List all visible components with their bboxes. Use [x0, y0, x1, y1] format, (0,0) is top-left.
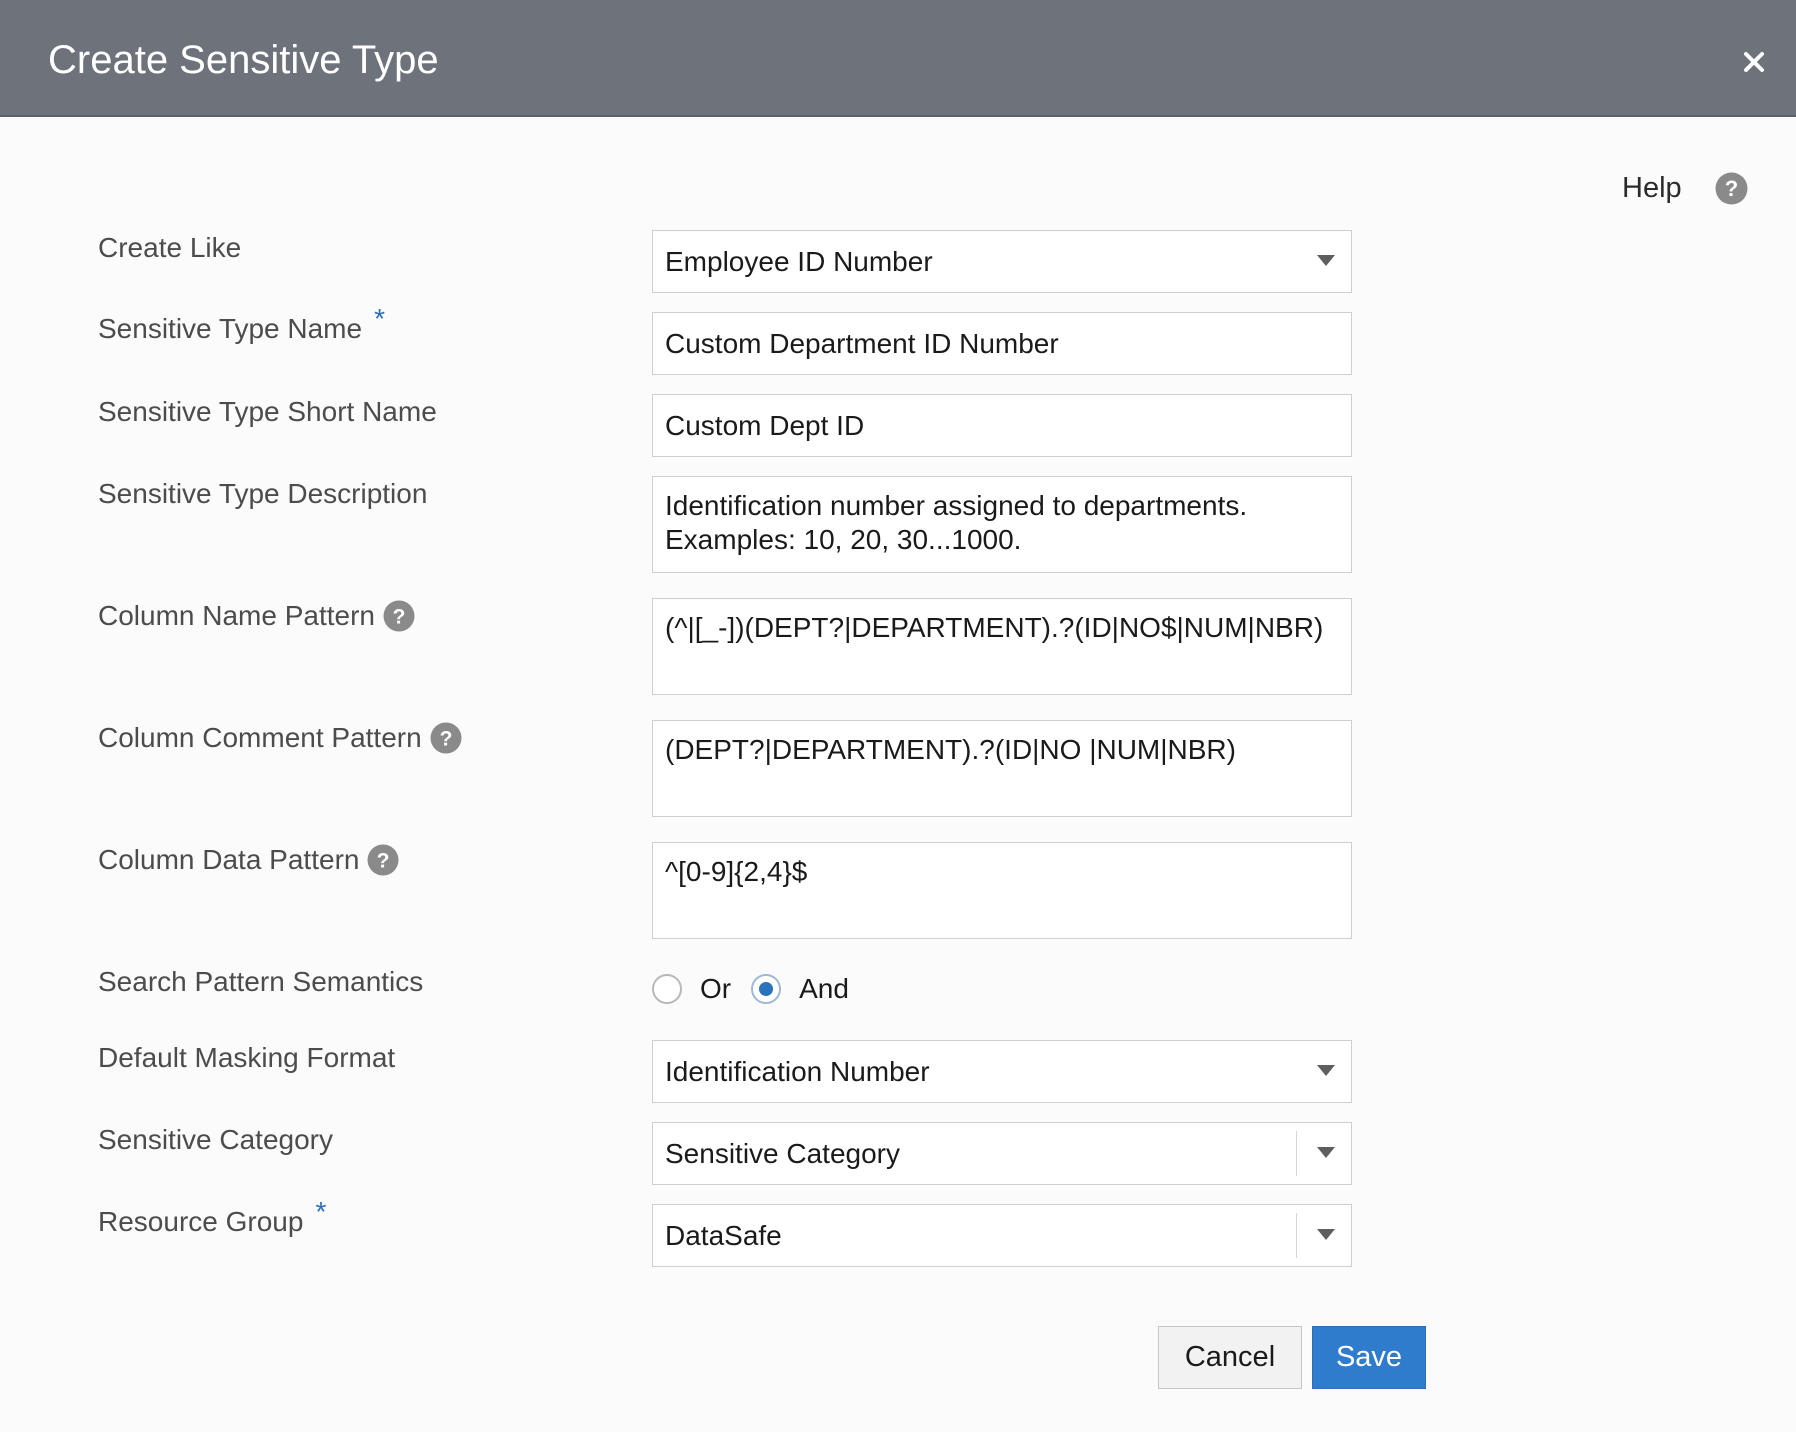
- required-marker: *: [315, 1196, 327, 1227]
- help-icon[interactable]: ?: [367, 844, 399, 876]
- type-name-label-text: Sensitive Type Name: [98, 313, 363, 344]
- create-sensitive-type-dialog: Create Sensitive Type Help ? Create Like…: [0, 0, 1796, 1432]
- column-name-pattern-label-text: Column Name Pattern: [98, 600, 376, 631]
- search-semantics-label-text: Search Pattern Semantics: [98, 966, 424, 997]
- short-name-label: Sensitive Type Short Name: [98, 395, 437, 429]
- create-like-value: Employee ID Number: [665, 246, 933, 277]
- masking-format-value: Identification Number: [665, 1056, 930, 1087]
- short-name-label-text: Sensitive Type Short Name: [98, 396, 437, 427]
- close-icon: [1744, 52, 1764, 72]
- category-label-text: Sensitive Category: [98, 1124, 334, 1155]
- required-marker: *: [374, 303, 385, 334]
- column-comment-pattern-label: Column Comment Pattern ?: [98, 721, 462, 755]
- help-icon[interactable]: ?: [430, 722, 462, 754]
- dialog-header: Create Sensitive Type: [0, 0, 1796, 117]
- create-like-label: Create Like: [98, 231, 241, 265]
- create-like-label-text: Create Like: [98, 232, 242, 263]
- masking-format-select[interactable]: Identification Number: [652, 1040, 1352, 1103]
- help-icon[interactable]: ?: [383, 600, 415, 632]
- help-icon[interactable]: ?: [1715, 172, 1748, 205]
- type-name-label: Sensitive Type Name *: [98, 303, 385, 346]
- search-semantics-radio-group: Or And: [652, 972, 869, 1006]
- select-divider: [1296, 1131, 1297, 1176]
- chevron-down-icon: [1317, 1065, 1335, 1076]
- radio-or[interactable]: [652, 974, 682, 1004]
- resource-group-value: DataSafe: [665, 1220, 782, 1251]
- column-data-pattern-textarea[interactable]: ^[0-9]{2,4}$: [652, 842, 1352, 939]
- radio-and-label[interactable]: And: [799, 973, 849, 1005]
- help-link[interactable]: Help: [1622, 170, 1682, 206]
- column-comment-pattern-label-text: Column Comment Pattern: [98, 722, 422, 753]
- search-semantics-label: Search Pattern Semantics: [98, 965, 423, 999]
- svg-text:?: ?: [377, 850, 390, 873]
- type-name-input[interactable]: [652, 312, 1352, 375]
- category-select[interactable]: Sensitive Category: [652, 1122, 1352, 1185]
- resource-group-label: Resource Group *: [98, 1196, 326, 1239]
- category-label: Sensitive Category: [98, 1123, 333, 1157]
- short-name-input[interactable]: [652, 394, 1352, 457]
- description-textarea[interactable]: Identification number assigned to depart…: [652, 476, 1352, 573]
- save-button[interactable]: Save: [1312, 1326, 1426, 1389]
- description-label-text: Sensitive Type Description: [98, 478, 428, 509]
- radio-and[interactable]: [751, 974, 782, 1004]
- cancel-button[interactable]: Cancel: [1158, 1326, 1302, 1389]
- chevron-down-icon: [1317, 1147, 1335, 1158]
- svg-text:?: ?: [1725, 176, 1738, 201]
- svg-text:?: ?: [393, 606, 406, 629]
- masking-format-label-text: Default Masking Format: [98, 1042, 396, 1073]
- select-divider: [1296, 1213, 1297, 1258]
- create-like-select[interactable]: Employee ID Number: [652, 230, 1352, 293]
- resource-group-label-text: Resource Group: [98, 1206, 304, 1237]
- column-name-pattern-textarea[interactable]: (^|[_-])(DEPT?|DEPARTMENT).?(ID|NO$|NUM|…: [652, 598, 1352, 695]
- column-name-pattern-label: Column Name Pattern ?: [98, 599, 415, 633]
- close-button[interactable]: [1734, 42, 1774, 82]
- column-comment-pattern-textarea[interactable]: (DEPT?|DEPARTMENT).?(ID|NO |NUM|NBR): [652, 720, 1352, 817]
- radio-or-label[interactable]: Or: [700, 973, 731, 1005]
- svg-text:?: ?: [439, 728, 452, 751]
- masking-format-label: Default Masking Format: [98, 1041, 395, 1075]
- description-label: Sensitive Type Description: [98, 477, 427, 511]
- chevron-down-icon: [1317, 1229, 1335, 1240]
- column-data-pattern-label: Column Data Pattern ?: [98, 843, 399, 877]
- column-data-pattern-label-text: Column Data Pattern: [98, 844, 360, 875]
- category-value: Sensitive Category: [665, 1138, 901, 1169]
- resource-group-select[interactable]: DataSafe: [652, 1204, 1352, 1267]
- dialog-title: Create Sensitive Type: [48, 38, 439, 82]
- chevron-down-icon: [1317, 255, 1335, 266]
